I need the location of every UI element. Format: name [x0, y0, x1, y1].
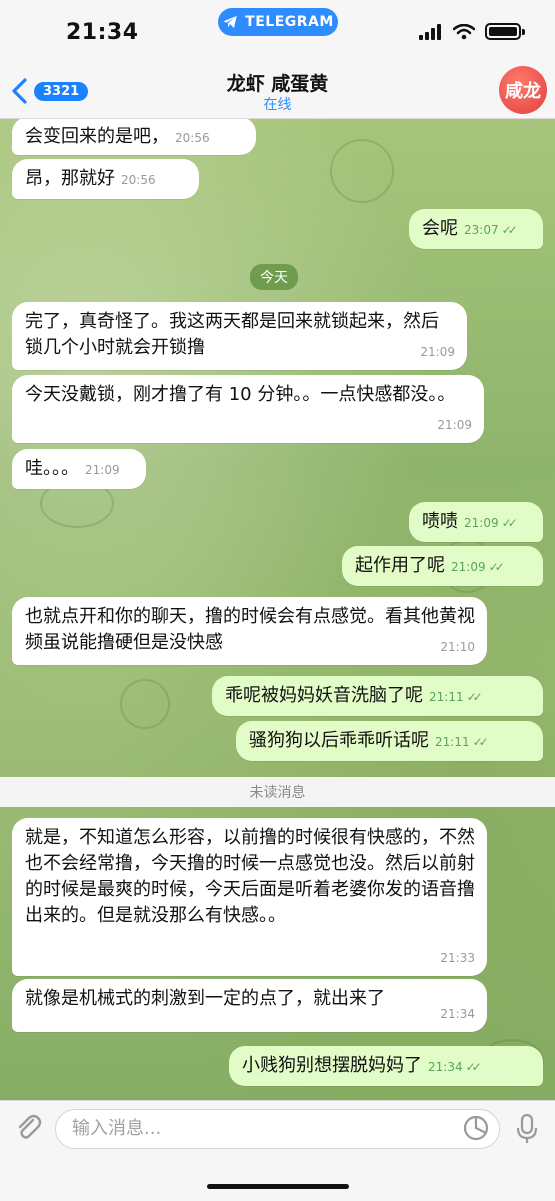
status-icons	[419, 23, 525, 40]
background-doodle	[330, 139, 394, 203]
telegram-pill-label: TELEGRAM	[245, 14, 334, 30]
message-incoming[interactable]: 就像是机械式的刺激到一定的点了，就出来了 21:34	[12, 979, 487, 1032]
message-text: 也就点开和你的聊天，撸的时候会有点感觉。看其他黄视频虽说能撸硬但是没快感	[25, 606, 475, 653]
paperclip-icon[interactable]	[12, 1111, 44, 1143]
read-checks-icon: ✓✓	[472, 735, 489, 749]
message-outgoing[interactable]: 乖呢被妈妈妖音洗脑了呢 21:11 ✓✓	[212, 676, 543, 716]
message-time: 21:09	[464, 516, 499, 530]
home-indicator	[207, 1184, 349, 1189]
message-time: 20:56	[121, 173, 156, 187]
message-text: 小贱狗别想摆脱妈妈了	[242, 1055, 422, 1076]
message-time: 21:11	[429, 690, 464, 704]
message-input[interactable]: 输入消息...	[55, 1109, 500, 1149]
message-outgoing[interactable]: 会呢 23:07 ✓✓	[409, 209, 543, 249]
message-text: 骚狗狗以后乖乖听话呢	[249, 730, 429, 751]
message-time: 21:09	[420, 345, 455, 359]
message-incoming[interactable]: 今天没戴锁，刚才撸了有 10 分钟。。一点快感都没。。 21:09	[12, 375, 484, 443]
message-incoming[interactable]: 会变回来的是吧， 20:56	[12, 119, 256, 155]
composer-bar: 输入消息...	[0, 1100, 555, 1201]
message-text: 今天没戴锁，刚才撸了有 10 分钟。。一点快感都没。。	[25, 384, 456, 405]
message-outgoing[interactable]: 小贱狗别想摆脱妈妈了 21:34 ✓✓	[229, 1046, 543, 1086]
online-status: 在线	[263, 97, 292, 113]
status-time: 21:34	[66, 20, 139, 45]
message-time: 21:33	[440, 951, 475, 965]
date-divider: 今天	[250, 264, 298, 290]
avatar[interactable]: 咸龙	[499, 66, 547, 114]
message-time: 21:09	[451, 560, 486, 574]
message-incoming[interactable]: 完了，真奇怪了。我这两天都是回来就锁起来，然后锁几个小时就会开锁撸 21:09	[12, 302, 467, 370]
wifi-icon	[453, 23, 475, 39]
message-time: 21:09	[437, 418, 472, 432]
message-outgoing[interactable]: 起作用了呢 21:09 ✓✓	[342, 546, 543, 586]
message-incoming[interactable]: 就是，不知道怎么形容，以前撸的时候很有快感的，不然也不会经常撸，今天撸的时候一点…	[12, 818, 487, 976]
signal-icon	[419, 23, 441, 40]
paper-plane-icon	[223, 16, 237, 28]
telegram-pill[interactable]: TELEGRAM	[218, 8, 338, 36]
read-checks-icon: ✓✓	[501, 516, 518, 530]
message-text: 起作用了呢	[355, 555, 445, 576]
message-time: 21:10	[440, 640, 475, 654]
message-outgoing[interactable]: 骚狗狗以后乖乖听话呢 21:11 ✓✓	[236, 721, 543, 761]
message-text: 乖呢被妈妈妖音洗脑了呢	[225, 685, 423, 706]
read-checks-icon: ✓✓	[501, 223, 518, 237]
message-time: 23:07	[464, 223, 499, 237]
read-checks-icon: ✓✓	[488, 560, 505, 574]
chat-area[interactable]: 会变回来的是吧， 20:56 昂，那就好 20:56 会呢 23:07 ✓✓ 今天 完了…	[0, 119, 555, 1100]
message-text: 昂，那就好	[25, 168, 115, 189]
top-bar: 21:34 TELEGRAM 3321 龙虾 咸蛋黄 在线 咸龙	[0, 0, 555, 119]
message-text: 完了，真奇怪了。我这两天都是回来就锁起来，然后锁几个小时就会开锁撸	[25, 311, 439, 358]
message-time: 21:34	[428, 1060, 463, 1074]
message-incoming[interactable]: 也就点开和你的聊天，撸的时候会有点感觉。看其他黄视频虽说能撸硬但是没快感 21:…	[12, 597, 487, 665]
message-text: 就像是机械式的刺激到一定的点了，就出来了	[25, 988, 385, 1009]
message-text: 会呢	[422, 218, 458, 239]
message-time: 20:56	[175, 131, 210, 145]
message-text: 哇。。。	[25, 458, 79, 479]
message-incoming[interactable]: 昂，那就好 20:56	[12, 159, 199, 199]
message-outgoing[interactable]: 啧啧 21:09 ✓✓	[409, 502, 543, 542]
battery-icon	[485, 23, 521, 40]
message-time: 21:09	[85, 463, 120, 477]
read-checks-icon: ✓✓	[465, 1060, 482, 1074]
background-doodle	[120, 679, 170, 729]
unread-divider: 未读消息	[0, 777, 555, 807]
message-text: 会变回来的是吧，	[25, 126, 169, 147]
microphone-icon[interactable]	[514, 1113, 540, 1145]
message-incoming[interactable]: 哇。。。 21:09	[12, 449, 146, 489]
message-text: 啧啧	[422, 511, 458, 532]
sticker-icon[interactable]	[463, 1115, 489, 1141]
message-time: 21:34	[440, 1007, 475, 1021]
message-text: 就是，不知道怎么形容，以前撸的时候很有快感的，不然也不会经常撸，今天撸的时候一点…	[25, 827, 475, 926]
chat-title[interactable]: 龙虾 咸蛋黄	[0, 69, 555, 96]
message-time: 21:11	[435, 735, 470, 749]
read-checks-icon: ✓✓	[466, 690, 483, 704]
